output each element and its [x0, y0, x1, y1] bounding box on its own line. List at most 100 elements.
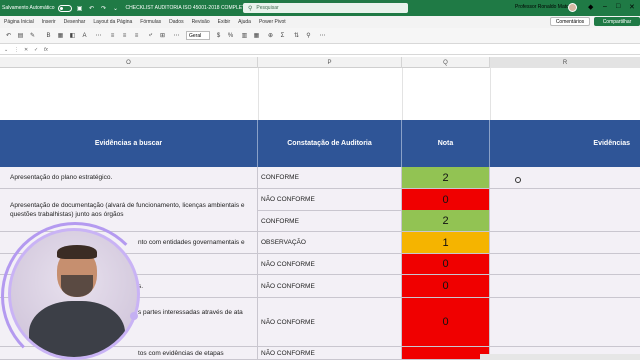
more-icon[interactable]: ⋯: [318, 31, 327, 40]
tab-power-pivot[interactable]: Power Pivot: [259, 19, 286, 25]
table-row: Apresentação do plano estratégico. CONFO…: [0, 167, 640, 189]
ribbon-toolbar: ↶ ▤ ✎ B ▦ ◧ A ⋯ ≡ ≡ ≡ ⤶ ⊞ ⋯ Geral $ % ▥ …: [0, 28, 640, 44]
merge-icon[interactable]: ⊞: [158, 31, 167, 40]
cell-constatacao[interactable]: CONFORME: [258, 167, 402, 188]
save-icon[interactable]: ▣: [76, 4, 84, 12]
autosave-label: Salvamento Automático: [2, 5, 55, 11]
number-format-select[interactable]: Geral: [186, 31, 210, 40]
font-color-icon[interactable]: A: [80, 31, 89, 40]
cell-nota[interactable]: [402, 347, 490, 359]
share-label: Compartilhar: [602, 18, 632, 25]
webcam-decor-dot: [130, 312, 138, 320]
tab-formulas[interactable]: Fórmulas: [140, 19, 161, 25]
sort-icon[interactable]: ⇅: [292, 31, 301, 40]
tab-desenhar[interactable]: Desenhar: [64, 19, 86, 25]
cell-evidencia[interactable]: Apresentação do plano estratégico.: [0, 167, 258, 188]
wrap-text-icon[interactable]: ⤶: [146, 31, 155, 40]
column-header-o[interactable]: O: [0, 57, 258, 68]
name-box-chevron-icon[interactable]: ⌄: [4, 47, 8, 53]
cancel-icon[interactable]: ✕: [24, 47, 28, 53]
cell-evidencias[interactable]: [490, 167, 640, 188]
tab-pagina-inicial[interactable]: Página Inicial: [4, 19, 34, 25]
file-name[interactable]: CHECKLIST AUDITORIA ISO 45001-2018 COMPL…: [126, 5, 249, 11]
column-header-r[interactable]: R: [490, 57, 640, 68]
currency-icon[interactable]: $: [214, 31, 223, 40]
find-icon[interactable]: ⚲: [304, 31, 313, 40]
share-button[interactable]: Compartilhar: [594, 17, 640, 26]
table-format-icon[interactable]: ▦: [252, 31, 261, 40]
header-evidencias-r[interactable]: Evidências: [490, 120, 640, 167]
avatar[interactable]: [568, 3, 577, 12]
undo-icon[interactable]: ↶: [4, 31, 13, 40]
column-header-q[interactable]: Q: [402, 57, 490, 68]
sum-icon[interactable]: Σ: [278, 31, 287, 40]
formula-more-icon[interactable]: ⋮: [14, 47, 19, 53]
cell-constatacao[interactable]: NÃO CONFORME: [258, 189, 402, 210]
cell-nota[interactable]: 0: [402, 254, 490, 274]
cell-evidencias[interactable]: [490, 275, 640, 297]
cell-nota[interactable]: 1: [402, 232, 490, 253]
more-icon[interactable]: ⋯: [172, 31, 181, 40]
header-evidencias[interactable]: Evidências a buscar: [0, 120, 258, 167]
cell-nota[interactable]: 2: [402, 167, 490, 188]
comments-button[interactable]: Comentários: [550, 17, 590, 26]
confirm-icon[interactable]: ✓: [34, 47, 38, 53]
cell-constatacao[interactable]: NÃO CONFORME: [258, 347, 402, 359]
cell-nota[interactable]: 0: [402, 275, 490, 297]
align-right-icon[interactable]: ≡: [132, 31, 141, 40]
search-input[interactable]: ⚲ Pesquisar: [243, 3, 408, 13]
insert-icon[interactable]: ⊕: [266, 31, 275, 40]
cell-nota[interactable]: 0: [402, 189, 490, 210]
tab-ajuda[interactable]: Ajuda: [238, 19, 251, 25]
tab-exibir[interactable]: Exibir: [218, 19, 231, 25]
borders-icon[interactable]: ▦: [56, 31, 65, 40]
comments-label: Comentários: [555, 18, 585, 25]
diamond-icon[interactable]: ◆: [588, 3, 593, 11]
paste-icon[interactable]: ▤: [16, 31, 25, 40]
column-header-p[interactable]: P: [258, 57, 402, 68]
customize-chevron-icon[interactable]: ⌄: [112, 4, 120, 12]
undo-icon[interactable]: ↶: [88, 4, 96, 12]
cell-evidencias[interactable]: [490, 254, 640, 274]
cell-evidencias[interactable]: [490, 232, 640, 253]
align-left-icon[interactable]: ≡: [108, 31, 117, 40]
presenter-beard: [61, 275, 93, 297]
fx-icon[interactable]: fx: [44, 47, 48, 53]
cell-nota[interactable]: 2: [402, 210, 490, 231]
user-name[interactable]: Professor Ronaldo Matos: [515, 4, 571, 10]
tab-layout[interactable]: Layout da Página: [93, 19, 132, 25]
fill-color-icon[interactable]: ◧: [68, 31, 77, 40]
horizontal-scrollbar[interactable]: [480, 354, 640, 360]
header-constatacao[interactable]: Constatação de Auditoria: [258, 120, 402, 167]
webcam-overlay: [8, 228, 140, 360]
more-icon[interactable]: ⋯: [94, 31, 103, 40]
table-header-row: Evidências a buscar Constatação de Audit…: [0, 120, 640, 167]
autosave-toggle[interactable]: [57, 4, 72, 12]
tab-revisao[interactable]: Revisão: [192, 19, 210, 25]
cell-constatacao[interactable]: NÃO CONFORME: [258, 254, 402, 274]
align-center-icon[interactable]: ≡: [120, 31, 129, 40]
tab-inserir[interactable]: Inserir: [42, 19, 56, 25]
header-nota[interactable]: Nota: [402, 120, 490, 167]
minimize-icon[interactable]: –: [603, 3, 607, 10]
cell-constatacao[interactable]: OBSERVAÇÃO: [258, 232, 402, 253]
conditional-format-icon[interactable]: ▥: [240, 31, 249, 40]
table-row: CONFORME 2: [258, 210, 640, 232]
cell-nota[interactable]: 0: [402, 298, 490, 346]
maximize-icon[interactable]: □: [616, 3, 620, 10]
presenter-hair: [57, 245, 97, 259]
mouse-cursor-icon: [515, 177, 521, 183]
tab-dados[interactable]: Dados: [169, 19, 183, 25]
cell-evidencia[interactable]: Apresentação de documentação (alvará de …: [0, 189, 258, 231]
format-painter-icon[interactable]: ✎: [28, 31, 37, 40]
redo-icon[interactable]: ↷: [100, 4, 108, 12]
cell-constatacao[interactable]: NÃO CONFORME: [258, 275, 402, 297]
cell-constatacao[interactable]: NÃO CONFORME: [258, 298, 402, 346]
search-icon: ⚲: [248, 5, 253, 12]
close-icon[interactable]: ✕: [629, 3, 635, 11]
search-placeholder: Pesquisar: [256, 5, 279, 11]
cell-constatacao[interactable]: CONFORME: [258, 210, 402, 231]
percent-icon[interactable]: %: [226, 31, 235, 40]
bold-icon[interactable]: B: [44, 31, 53, 40]
cell-evidencias[interactable]: [490, 298, 640, 346]
